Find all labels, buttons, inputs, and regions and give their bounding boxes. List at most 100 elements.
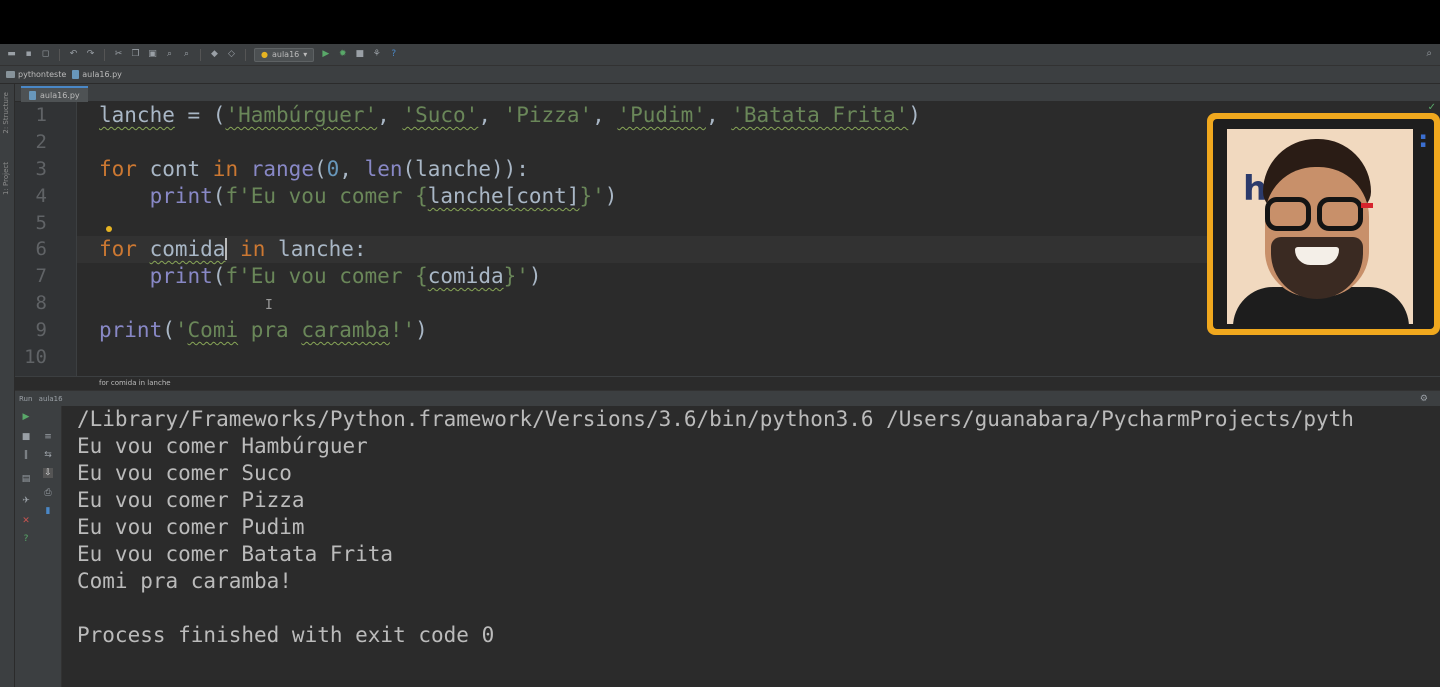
toolbar-divider [200, 48, 201, 61]
redo-icon[interactable]: ↷ [85, 49, 96, 60]
close-icon[interactable]: ✕ [21, 516, 31, 526]
python-file-icon [72, 70, 80, 79]
code-token: (lanche)): [402, 157, 529, 181]
run-icon[interactable]: ▶ [320, 49, 331, 60]
code-token: cont [136, 157, 213, 181]
gear-icon[interactable]: ⚙ [1420, 391, 1428, 407]
stop-icon[interactable]: ■ [21, 432, 31, 442]
glasses-right-lens [1317, 197, 1363, 231]
back-icon[interactable]: ◆ [209, 49, 220, 60]
open-icon[interactable]: ▬ [6, 49, 17, 60]
line-number: 1 [35, 104, 47, 126]
code-line-4: print(f'Eu vou comer {lanche[cont]}') [99, 183, 618, 210]
code-token: = ( [174, 103, 226, 127]
editor-tab-bar: aula16.py [15, 84, 1440, 102]
code-token: print [149, 184, 213, 208]
debug-icon[interactable]: ✹ [337, 49, 348, 60]
webcam-overlay: h ▪ ▪ [1207, 113, 1440, 335]
run-console[interactable]: /Library/Frameworks/Python.framework/Ver… [62, 406, 1440, 687]
console-line: Eu vou comer Suco [77, 461, 292, 485]
restore-layout-icon[interactable]: ▤ [21, 474, 31, 484]
code-token: comida [149, 237, 226, 261]
code-line-9: print('Comi pra caramba!') [99, 317, 428, 344]
code-token: lanche [99, 103, 175, 127]
code-token: 'Batata Frita' [731, 103, 909, 127]
run-side-toolbar: ▶ ■ ‖ ≡ ⇆ ⇩ ▤ ⎙ ✈ ▮ ✕ ? [15, 406, 62, 687]
code-line-1: lanche = ('Hambúrguer', 'Suco', 'Pizza',… [99, 102, 921, 129]
code-token: , [705, 103, 732, 127]
copy-icon[interactable]: ❐ [130, 49, 141, 60]
python-file-icon [29, 90, 36, 100]
code-line-3: for cont in range(0, len(lanche)): [99, 156, 529, 183]
undo-icon[interactable]: ↶ [68, 49, 79, 60]
line-number: 9 [35, 319, 47, 341]
code-token: }' [579, 184, 605, 208]
nav-file[interactable]: aula16.py [72, 70, 122, 79]
nav-project-label: pythonteste [18, 70, 67, 79]
save-icon[interactable]: ▪ [23, 49, 34, 60]
print-icon[interactable]: ⎙ [43, 488, 53, 498]
video-letterbox [0, 0, 1440, 44]
editor-breadcrumb[interactable]: for comida in lanche [15, 376, 1440, 390]
line-number: 3 [35, 158, 47, 180]
cut-icon[interactable]: ✂ [113, 49, 124, 60]
stop-icon[interactable]: ■ [354, 49, 365, 60]
side-tab-project[interactable]: 1: Project [2, 162, 13, 195]
nav-project[interactable]: pythonteste [6, 70, 66, 79]
code-token: lanche: [265, 237, 367, 261]
soft-wrap-icon[interactable]: ⇆ [43, 450, 53, 460]
pin-icon[interactable]: ✈ [21, 496, 31, 506]
help-icon[interactable]: ? [21, 534, 31, 544]
paste-icon[interactable]: ▣ [147, 49, 158, 60]
tab-label: aula16.py [40, 90, 80, 100]
console-line: Eu vou comer Pudim [77, 515, 305, 539]
code-token: 0 [326, 157, 340, 181]
console-line: Process finished with exit code 0 [77, 623, 495, 647]
vcs-icon[interactable]: ⚘ [371, 49, 382, 60]
webcam-video: h ▪ ▪ [1213, 119, 1434, 329]
scroll-up-icon[interactable]: ≡ [43, 432, 53, 442]
code-token: ( [212, 184, 226, 208]
tab-aula16[interactable]: aula16.py [21, 86, 88, 102]
code-token: range [250, 157, 314, 181]
python-icon: ● [261, 50, 268, 59]
code-token: ) [415, 318, 428, 342]
side-tab-structure[interactable]: 2: Structure [2, 92, 13, 134]
code-token: 'Pudim' [617, 103, 706, 127]
code-token: }' [503, 264, 529, 288]
pause-icon[interactable]: ‖ [21, 450, 31, 460]
nav-file-label: aula16.py [82, 70, 122, 79]
presenter-smile [1295, 247, 1339, 265]
code-token: for [99, 237, 137, 261]
search-icon[interactable]: ⌕ [1426, 48, 1432, 59]
folder-icon [6, 71, 15, 78]
code-token: ' [174, 318, 188, 342]
help-icon[interactable]: ? [388, 49, 399, 60]
code-token: comida [427, 264, 504, 288]
console-line: /Library/Frameworks/Python.framework/Ver… [77, 407, 1354, 431]
replace-icon[interactable]: ⌕ [181, 49, 192, 60]
left-tool-strip: 2: Structure 1: Project [0, 84, 15, 687]
trash-icon[interactable]: ▮ [43, 506, 53, 516]
rerun-icon[interactable]: ▶ [21, 412, 31, 422]
toolbar-divider [245, 48, 246, 61]
navigation-bar: pythonteste aula16.py [0, 66, 1440, 84]
console-line: Eu vou comer Pizza [77, 488, 305, 512]
toolbar-divider [59, 48, 60, 61]
intention-bulb-icon[interactable] [106, 226, 112, 232]
run-config-select[interactable]: ● aula16 ▾ [254, 47, 315, 62]
code-token: ( [162, 318, 175, 342]
forward-icon[interactable]: ◇ [226, 49, 237, 60]
code-token: , [377, 103, 403, 127]
console-line: Eu vou comer Batata Frita [77, 542, 394, 566]
run-tab-label[interactable]: Run [19, 395, 32, 403]
line-number: 4 [35, 185, 47, 207]
sync-icon[interactable]: ◻ [40, 49, 51, 60]
scroll-to-end-icon[interactable]: ⇩ [43, 468, 53, 478]
line-number: 5 [35, 212, 47, 234]
find-icon[interactable]: ⌕ [164, 49, 175, 60]
code-token: print [99, 318, 163, 342]
